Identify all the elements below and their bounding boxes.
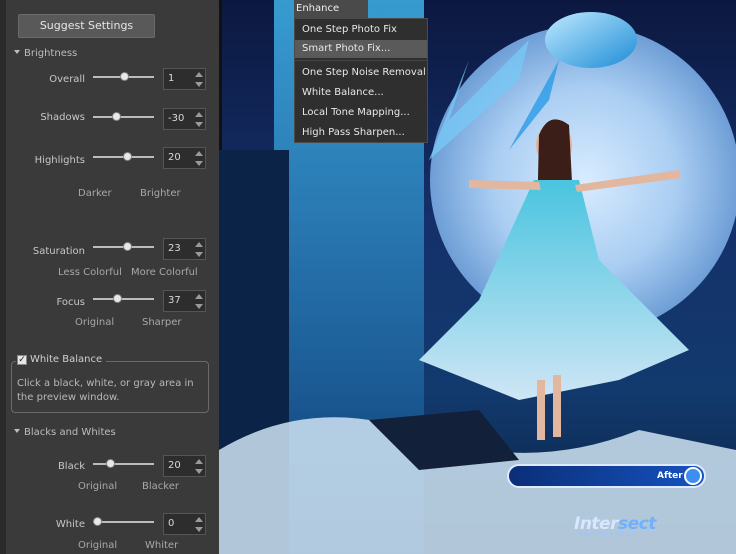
watermark-logo-sub: MARKETING & AGENCY: [578, 532, 636, 538]
spin-buttons-icon[interactable]: [195, 459, 203, 474]
slider-thumb[interactable]: [123, 242, 132, 251]
highlights-label: Highlights: [34, 155, 85, 166]
white-slider[interactable]: [93, 517, 154, 527]
overall-input[interactable]: 1: [163, 68, 206, 90]
black-range-left: Original: [78, 481, 118, 492]
blacks-whites-section-header[interactable]: Blacks and Whites: [14, 427, 116, 438]
saturation-value: 23: [168, 243, 181, 254]
white-value: 0: [168, 518, 175, 529]
suggest-settings-button[interactable]: Suggest Settings: [18, 14, 155, 38]
slider-thumb[interactable]: [113, 294, 122, 303]
spin-buttons-icon[interactable]: [195, 294, 203, 309]
menu-item-high-pass-sharpen[interactable]: High Pass Sharpen...: [295, 124, 427, 142]
slider-track: [93, 116, 154, 118]
slider-track: [93, 298, 154, 300]
spin-buttons-icon[interactable]: [195, 242, 203, 257]
highlights-range-left: Darker: [78, 188, 112, 199]
overall-slider[interactable]: [93, 72, 154, 82]
slider-thumb[interactable]: [123, 152, 132, 161]
saturation-slider[interactable]: [93, 242, 154, 252]
focus-range-left: Original: [75, 317, 115, 328]
slider-thumb[interactable]: [106, 459, 115, 468]
highlights-slider[interactable]: [93, 152, 154, 162]
white-balance-checkbox[interactable]: ✓: [17, 355, 27, 365]
slider-track: [93, 463, 154, 465]
highlights-value: 20: [168, 152, 181, 163]
shadows-label: Shadows: [40, 112, 85, 123]
shadows-slider[interactable]: [93, 112, 154, 122]
slider-thumb[interactable]: [120, 72, 129, 81]
enhance-photo-menu: One Step Photo Fix Smart Photo Fix... On…: [294, 18, 428, 143]
focus-slider[interactable]: [93, 294, 154, 304]
spin-buttons-icon[interactable]: [195, 151, 203, 166]
menu-item-one-step-noise-removal[interactable]: One Step Noise Removal: [295, 64, 427, 82]
focus-label: Focus: [56, 297, 85, 308]
collapse-triangle-icon: [14, 429, 20, 433]
slider-track: [93, 521, 154, 523]
white-range-right: Whiter: [145, 540, 179, 551]
collapse-triangle-icon: [14, 50, 20, 54]
toggle-knob[interactable]: [684, 467, 702, 485]
white-range-left: Original: [78, 540, 118, 551]
highlights-input[interactable]: 20: [163, 147, 206, 169]
menu-item-one-step-photo-fix[interactable]: One Step Photo Fix: [295, 21, 427, 39]
spin-buttons-icon[interactable]: [195, 517, 203, 532]
white-input[interactable]: 0: [163, 513, 206, 535]
focus-range-right: Sharper: [142, 317, 182, 328]
saturation-label: Saturation: [32, 246, 85, 257]
slider-thumb[interactable]: [93, 517, 102, 526]
menu-item-local-tone-mapping[interactable]: Local Tone Mapping...: [295, 104, 427, 122]
highlights-range-right: Brighter: [140, 188, 181, 199]
enhance-photo-menu-title[interactable]: Enhance Photo: [294, 0, 368, 32]
black-range-right: Blacker: [142, 481, 179, 492]
white-balance-title: White Balance: [16, 354, 107, 365]
white-balance-description: Click a black, white, or gray area in th…: [17, 378, 194, 403]
before-after-toggle[interactable]: After: [507, 464, 706, 488]
adjustment-panel: Suggest Settings Brightness Overall 1 Sh…: [0, 0, 219, 554]
menu-item-smart-photo-fix[interactable]: Smart Photo Fix...: [295, 40, 427, 58]
saturation-range-right: More Colorful: [131, 267, 198, 278]
focus-input[interactable]: 37: [163, 290, 206, 312]
slider-thumb[interactable]: [112, 112, 121, 121]
after-label: After: [657, 471, 683, 481]
menu-item-white-balance[interactable]: White Balance...: [295, 84, 427, 102]
shadows-input[interactable]: -30: [163, 108, 206, 130]
overall-value: 1: [168, 73, 175, 84]
black-value: 20: [168, 460, 181, 471]
black-input[interactable]: 20: [163, 455, 206, 477]
brightness-section-header[interactable]: Brightness: [14, 48, 77, 59]
shadows-value: -30: [168, 113, 185, 124]
focus-value: 37: [168, 295, 181, 306]
spin-buttons-icon[interactable]: [195, 72, 203, 87]
spin-buttons-icon[interactable]: [195, 112, 203, 127]
menu-separator: [295, 60, 427, 61]
white-label: White: [55, 519, 85, 530]
black-slider[interactable]: [93, 459, 154, 469]
saturation-range-left: Less Colorful: [58, 267, 122, 278]
overall-label: Overall: [49, 74, 85, 85]
watermark-logo: Intersect: [574, 514, 656, 534]
saturation-input[interactable]: 23: [163, 238, 206, 260]
black-label: Black: [57, 461, 85, 472]
